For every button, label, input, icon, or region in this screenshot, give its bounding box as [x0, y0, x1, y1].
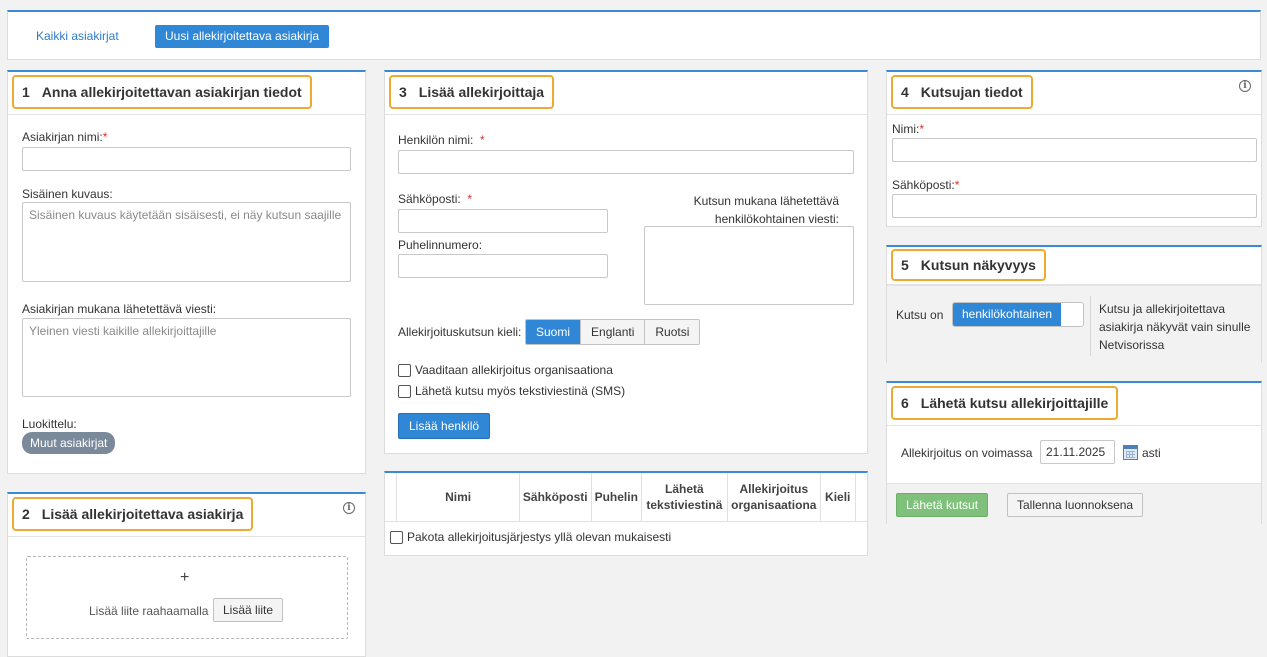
visibility-bar: Kutsu on henkilökohtainen Kutsu ja allek… [887, 285, 1261, 363]
save-draft-button[interactable]: Tallenna luonnoksena [1007, 493, 1144, 517]
email-input[interactable] [398, 209, 608, 233]
column-header-language[interactable]: Kieli [820, 473, 856, 522]
checkbox-box[interactable] [390, 530, 403, 544]
panel-title-text: Anna allekirjoitettavan asiakirjan tiedo… [41, 84, 302, 100]
dropzone-text: Lisää liite raahaamalla [89, 604, 209, 618]
visibility-description: Kutsu ja allekirjoitettava asiakirja näky… [1099, 302, 1251, 352]
panel-header: 4 Kutsujan tiedot i [887, 72, 1261, 115]
panel-invite-visibility: 5 Kutsun näkyvyys Kutsu on henkilökohtain… [886, 245, 1262, 363]
email-label: Sähköposti: * [398, 192, 473, 206]
inviter-name-label: Nimi:* [892, 122, 924, 136]
step-number: 5 [901, 257, 909, 273]
panel-document-info: 1 Anna allekirjoitettavan asiakirjan tied… [7, 70, 366, 474]
inviter-email-label: Sähköposti:* [892, 178, 960, 192]
panel-title: 4 Kutsujan tiedot [891, 75, 1033, 109]
person-name-input[interactable] [398, 150, 854, 174]
internal-description-label: Sisäinen kuvaus: [22, 187, 113, 201]
message-label: Asiakirjan mukana lähetettävä viesti: [22, 302, 217, 316]
message-textarea[interactable]: Yleinen viesti kaikille allekirjoittajil… [22, 318, 351, 397]
personal-message-textarea[interactable] [644, 226, 854, 305]
required-mark: * [102, 130, 108, 144]
signers-table-panel: Nimi Sähköposti Puhelin Lähetä tekstivies… [384, 471, 868, 556]
send-invites-button[interactable]: Lähetä kutsut [896, 493, 989, 517]
panel-header: 5 Kutsun näkyvyys [887, 247, 1261, 285]
column-header-phone[interactable]: Puhelin [591, 473, 642, 522]
step-number: 4 [901, 84, 909, 100]
column-header-org[interactable]: Allekirjoitus organisaationa [727, 473, 821, 522]
panel-send-invites: 6 Lähetä kutsu allekirjoittajille Allekir… [886, 381, 1262, 524]
panel-title: 1 Anna allekirjoitettavan asiakirjan tied… [12, 75, 312, 109]
personal-message-label: Kutsun mukana lähetettävä henkilökohtaine… [693, 194, 839, 226]
toggle-knob [1061, 303, 1084, 326]
panel-header: 3 Lisää allekirjoittaja [385, 72, 867, 115]
column-header-name[interactable]: Nimi [396, 473, 520, 522]
validity-date-value: 21.11.2025 [1046, 445, 1106, 459]
phone-input[interactable] [398, 254, 608, 278]
step-number: 3 [399, 84, 407, 100]
panel-header: 2 Lisää allekirjoitettava asiakirja i [8, 494, 365, 537]
language-option-english[interactable]: Englanti [580, 320, 645, 344]
inviter-email-input[interactable] [892, 194, 1257, 218]
step-number: 1 [22, 84, 30, 100]
panel-header: 6 Lähetä kutsu allekirjoittajille [887, 383, 1261, 426]
panel-title: 2 Lisää allekirjoitettava asiakirja [12, 497, 254, 531]
info-icon[interactable]: i [1239, 80, 1251, 92]
panel-header: 1 Anna allekirjoitettavan asiakirjan tied… [8, 72, 365, 115]
add-attachment-button[interactable]: Lisää liite [213, 598, 284, 622]
top-tab-bar: Kaikki asiakirjat Uusi allekirjoitettava… [7, 10, 1261, 60]
panel-title: 6 Lähetä kutsu allekirjoittajille [891, 386, 1119, 420]
force-order-checkbox[interactable]: Pakota allekirjoitusjärjestys yllä oleva… [390, 530, 671, 544]
category-tag[interactable]: Muut asiakirjat [22, 432, 116, 454]
panel-title-text: Kutsujan tiedot [920, 84, 1023, 100]
validity-suffix: asti [1142, 446, 1161, 460]
panel-title-text: Lähetä kutsu allekirjoittajille [920, 395, 1109, 411]
visibility-prefix: Kutsu on [896, 308, 944, 322]
require-org-checkbox[interactable]: Vaaditaan allekirjoitus organisaationa [398, 363, 613, 377]
visibility-divider [1090, 296, 1091, 356]
calendar-icon[interactable] [1123, 445, 1138, 460]
signers-table: Nimi Sähköposti Puhelin Lähetä tekstivies… [385, 473, 867, 522]
inviter-name-input[interactable] [892, 138, 1257, 162]
file-dropzone[interactable]: + Lisää liite raahaamalla Lisää liite [26, 556, 348, 639]
validity-label: Allekirjoitus on voimassa [901, 446, 1033, 460]
language-selector: Suomi Englanti Ruotsi [525, 319, 701, 345]
column-header-email[interactable]: Sähköposti [519, 473, 592, 522]
panel-title: 3 Lisää allekirjoittaja [389, 75, 555, 109]
document-name-input[interactable] [22, 147, 351, 171]
panel-title-text: Lisää allekirjoittaja [418, 84, 545, 100]
toggle-value: henkilökohtainen [953, 303, 1062, 326]
panel-title-text: Lisää allekirjoitettava asiakirja [41, 506, 244, 522]
language-option-finnish[interactable]: Suomi [526, 320, 581, 344]
language-label: Allekirjoituskutsun kieli: [398, 325, 522, 339]
add-person-button[interactable]: Lisää henkilö [398, 413, 491, 439]
column-header-sms[interactable]: Lähetä tekstiviestinä [641, 473, 728, 522]
panel-add-document: 2 Lisää allekirjoitettava asiakirja i + L… [7, 492, 366, 657]
document-name-label: Asiakirjan nimi:* [22, 130, 108, 144]
validity-date-input[interactable]: 21.11.2025 [1040, 440, 1115, 464]
panel-add-signer: 3 Lisää allekirjoittaja Henkilön nimi: * … [384, 70, 868, 454]
drag-column-header [385, 473, 398, 522]
checkbox-box[interactable] [398, 384, 411, 398]
category-label: Luokittelu: [22, 417, 77, 431]
checkbox-box[interactable] [398, 363, 411, 377]
visibility-toggle[interactable]: henkilökohtainen [952, 302, 1085, 327]
plus-icon: + [180, 569, 190, 586]
phone-label: Puhelinnumero: [398, 238, 483, 252]
panel-title-text: Kutsun näkyvyys [920, 257, 1036, 273]
person-name-label: Henkilön nimi: * [398, 133, 485, 147]
send-sms-checkbox[interactable]: Lähetä kutsu myös tekstiviestinä (SMS) [398, 384, 625, 398]
tab-new-document[interactable]: Uusi allekirjoitettava asiakirja [155, 25, 330, 48]
step-number: 6 [901, 395, 909, 411]
language-option-swedish[interactable]: Ruotsi [644, 320, 700, 344]
send-actions-bar: Lähetä kutsut Tallenna luonnoksena [887, 483, 1261, 524]
filler-column-header [855, 473, 867, 522]
panel-title: 5 Kutsun näkyvyys [891, 249, 1046, 281]
step-number: 2 [22, 506, 30, 522]
panel-inviter-info: 4 Kutsujan tiedot i Nimi:* Sähköposti:* [886, 70, 1262, 227]
tab-all-documents[interactable]: Kaikki asiakirjat [36, 29, 119, 43]
internal-description-textarea[interactable]: Sisäinen kuvaus käytetään sisäisesti, ei… [22, 202, 351, 282]
info-icon[interactable]: i [343, 502, 355, 514]
